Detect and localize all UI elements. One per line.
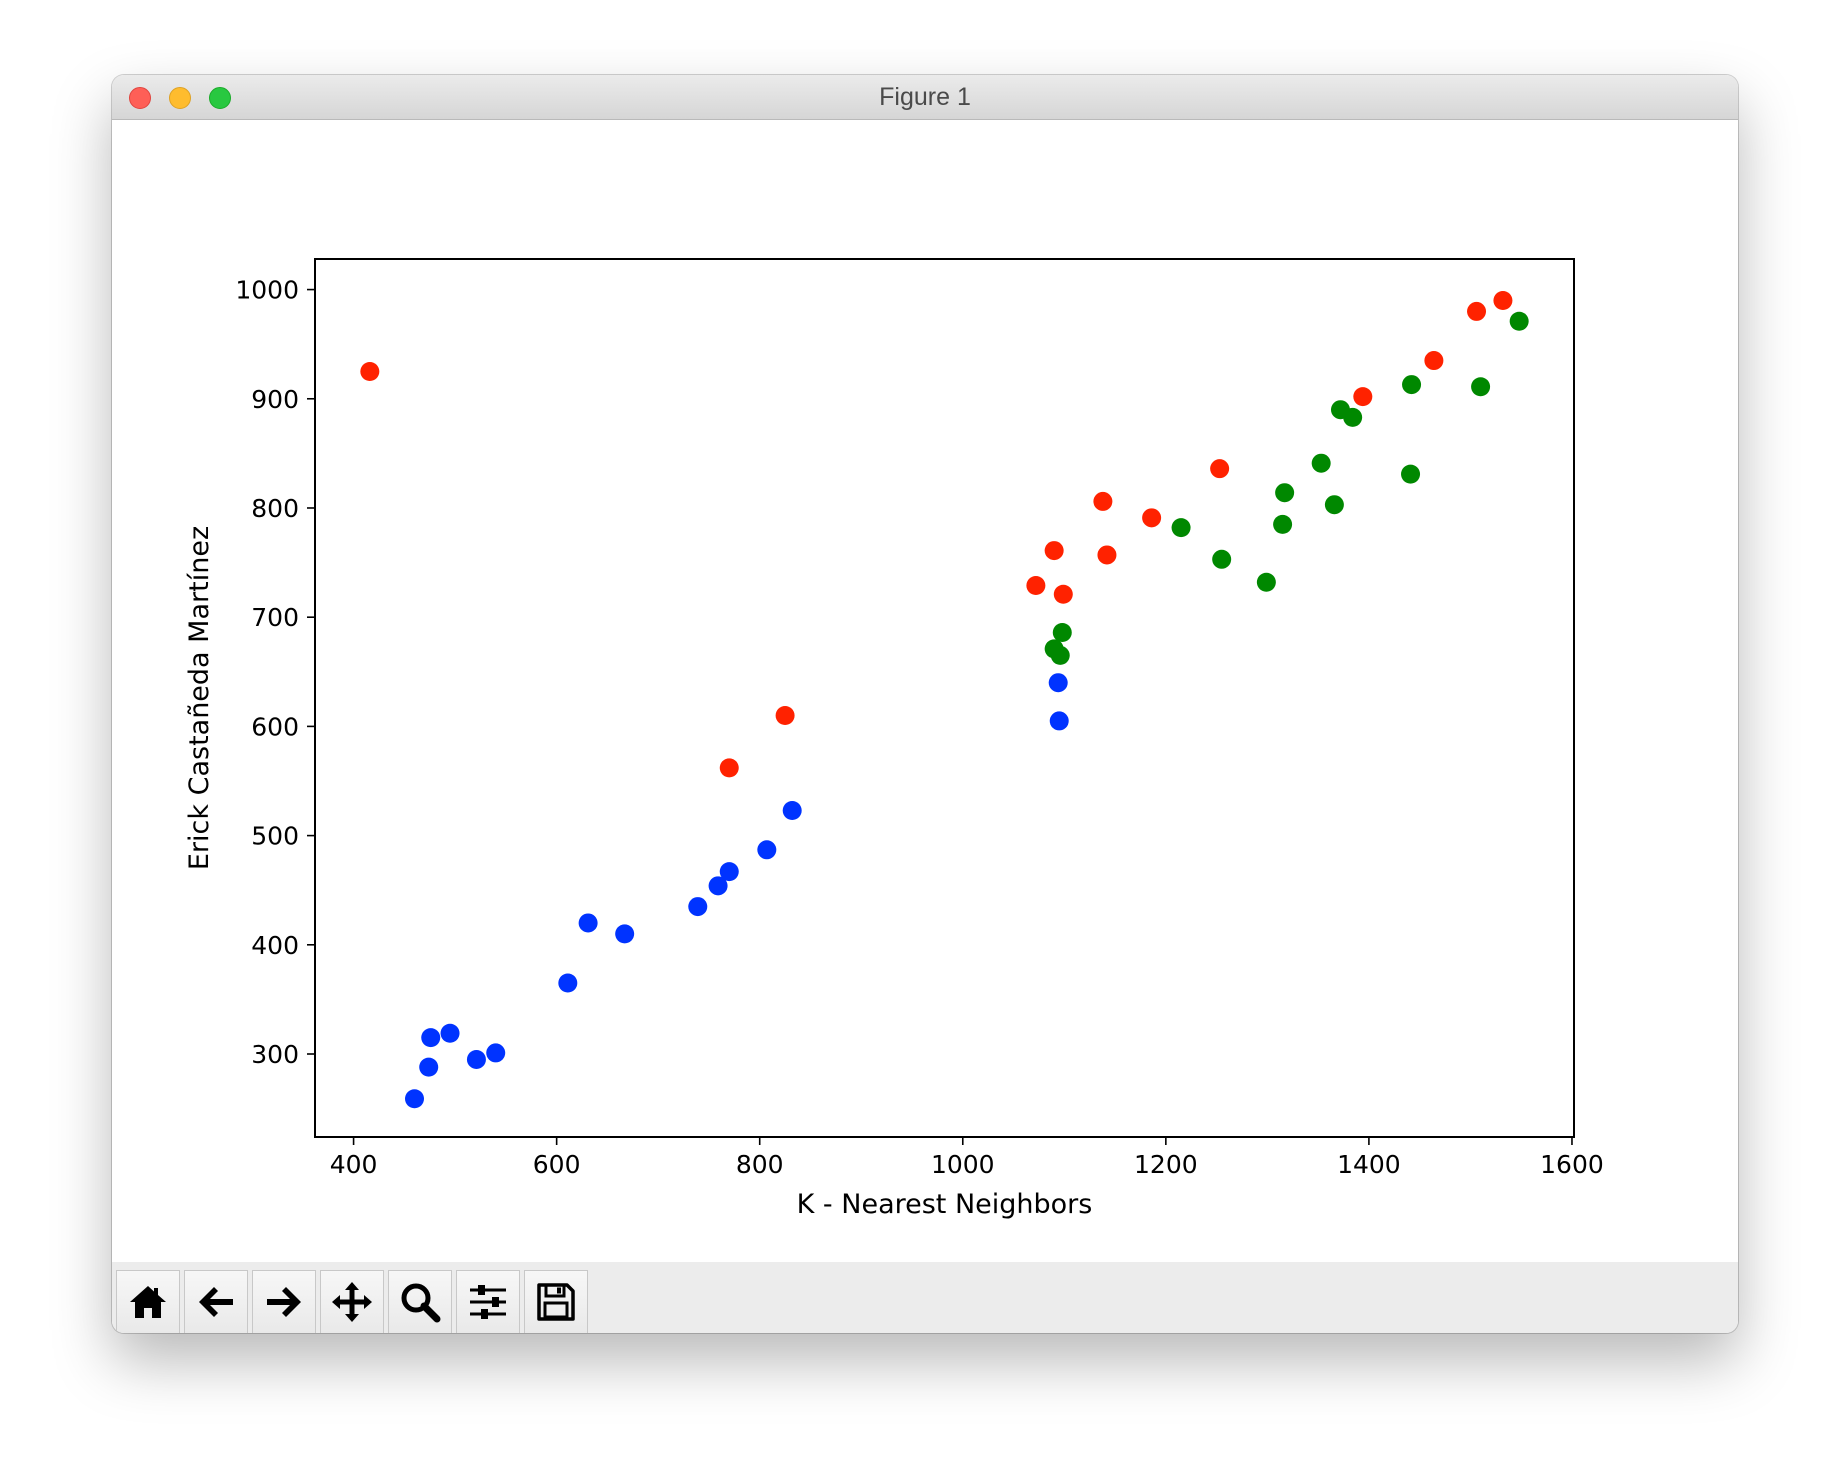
configure-subplots-icon — [470, 1285, 506, 1319]
red-data-point — [1044, 541, 1064, 561]
blue-data-point — [1048, 673, 1068, 693]
y-tick-label: 1000 — [235, 276, 299, 305]
green-data-point — [1324, 495, 1344, 515]
y-tick-label: 700 — [251, 603, 299, 632]
y-tick-label: 800 — [251, 494, 299, 523]
navigation-toolbar — [112, 1262, 1738, 1333]
red-data-point — [1493, 290, 1513, 310]
red-data-point — [1097, 545, 1117, 565]
blue-data-point — [578, 913, 598, 933]
red-data-point — [1353, 387, 1373, 407]
red-data-point — [1210, 459, 1230, 479]
back-icon — [199, 1287, 233, 1317]
y-tick-label: 300 — [251, 1040, 299, 1069]
home-button[interactable] — [116, 1270, 180, 1333]
home-icon — [130, 1286, 166, 1318]
red-data-point — [1142, 508, 1162, 528]
forward-button[interactable] — [252, 1270, 316, 1333]
green-data-point — [1171, 518, 1191, 538]
data-points — [360, 290, 1529, 1109]
red-data-point — [775, 705, 795, 725]
plot-area-frame — [314, 258, 1575, 1138]
green-data-point — [1343, 407, 1363, 427]
blue-data-point — [419, 1057, 439, 1077]
blue-data-point — [405, 1089, 425, 1109]
scatter-plot: 400 600 800 1000 1200 1400 1600 300 400 500 600 70… — [184, 258, 1604, 1220]
red-data-point — [1026, 576, 1046, 596]
pan-button[interactable] — [320, 1270, 384, 1333]
green-data-point — [1402, 375, 1422, 395]
window-title: Figure 1 — [879, 83, 971, 111]
green-data-point — [1050, 645, 1070, 665]
x-axis: 400 600 800 1000 1200 1400 1600 — [330, 1137, 1604, 1179]
y-tick-label: 500 — [251, 822, 299, 851]
figure-window: Figure 1 400 600 800 1000 1200 1400 1600 300 40… — [112, 75, 1738, 1333]
blue-data-point — [757, 840, 777, 860]
green-data-point — [1212, 549, 1232, 569]
zoom-button[interactable] — [388, 1270, 452, 1333]
forward-icon — [267, 1287, 301, 1317]
green-data-point — [1052, 622, 1072, 642]
x-tick-label: 600 — [533, 1150, 581, 1179]
blue-data-point — [421, 1028, 441, 1048]
y-tick-label: 600 — [251, 712, 299, 741]
configure-subplots-button[interactable] — [456, 1270, 520, 1333]
red-data-point — [360, 361, 380, 381]
title-bar[interactable]: Figure 1 — [112, 75, 1738, 120]
y-tick-label: 400 — [251, 931, 299, 960]
red-data-point — [1053, 584, 1073, 604]
x-tick-label: 1600 — [1540, 1150, 1604, 1179]
blue-data-point — [486, 1043, 506, 1063]
green-data-point — [1471, 377, 1491, 397]
green-data-point — [1256, 572, 1276, 592]
x-tick-label: 1200 — [1134, 1150, 1198, 1179]
x-tick-label: 1000 — [931, 1150, 995, 1179]
x-tick-label: 1400 — [1337, 1150, 1401, 1179]
red-data-point — [1424, 351, 1444, 371]
blue-data-point — [688, 897, 708, 917]
green-data-point — [1311, 453, 1331, 473]
red-data-point — [1467, 301, 1487, 321]
zoom-icon — [401, 1283, 441, 1323]
pan-icon — [332, 1282, 372, 1322]
save-icon — [537, 1283, 575, 1321]
green-data-point — [1275, 483, 1295, 503]
red-data-point — [719, 758, 739, 778]
figure-canvas: 400 600 800 1000 1200 1400 1600 300 400 500 600 70… — [112, 120, 1738, 1262]
save-button[interactable] — [524, 1270, 588, 1333]
x-tick-label: 800 — [736, 1150, 784, 1179]
blue-data-point — [1049, 711, 1069, 731]
blue-data-point — [466, 1049, 486, 1069]
green-data-point — [1273, 514, 1293, 534]
blue-data-point — [558, 973, 578, 993]
green-data-point — [1401, 464, 1421, 484]
green-data-point — [1509, 311, 1529, 331]
x-axis-label: K - Nearest Neighbors — [797, 1189, 1093, 1220]
back-button[interactable] — [184, 1270, 248, 1333]
x-tick-label: 400 — [330, 1150, 378, 1179]
y-axis-label: Erick Castañeda Martínez — [184, 526, 215, 870]
blue-data-point — [719, 862, 739, 882]
y-axis: 300 400 500 600 700 800 900 1000 — [235, 276, 315, 1069]
blue-data-point — [440, 1023, 460, 1043]
blue-data-point — [615, 924, 635, 944]
y-tick-label: 900 — [251, 385, 299, 414]
red-data-point — [1093, 491, 1113, 511]
blue-data-point — [782, 800, 802, 820]
